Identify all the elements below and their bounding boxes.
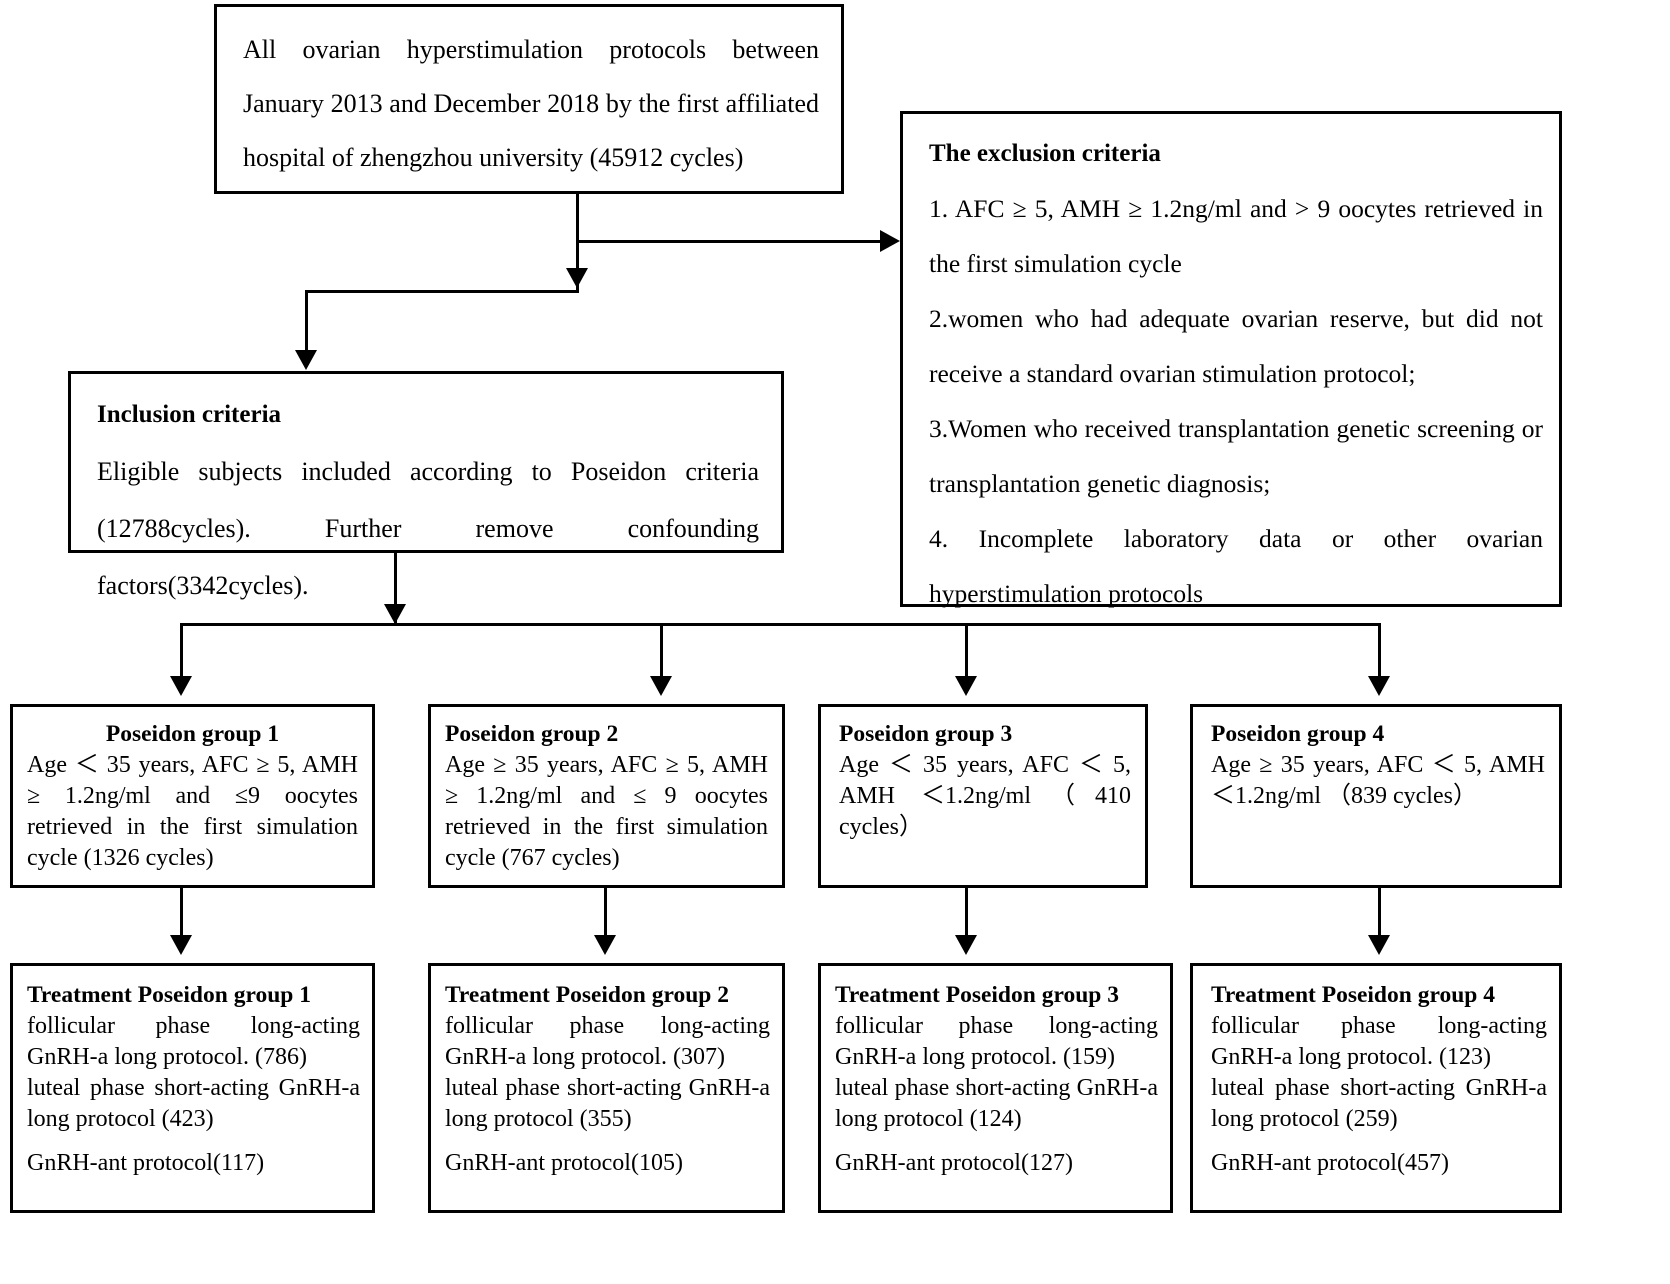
connector-to-inclusion-horizontal xyxy=(305,290,579,293)
treatment-group-4-line-3: GnRH-ant protocol(457) xyxy=(1211,1150,1449,1176)
exclusion-criteria-box: The exclusion criteria 1. AFC ≥ 5, AMH ≥… xyxy=(900,111,1562,608)
connector-to-inclusion-vertical xyxy=(305,290,308,354)
treatment-group-1-spacer xyxy=(27,1135,360,1148)
poseidon-group-2-title: Poseidon group 2 xyxy=(445,721,619,747)
treatment-group-1-line-2: luteal phase short-acting GnRH-a long pr… xyxy=(27,1075,360,1132)
arrowhead-to-inclusion xyxy=(295,350,317,370)
treatment-group-4-title: Treatment Poseidon group 4 xyxy=(1211,982,1495,1008)
arrowhead-to-exclusion xyxy=(880,230,900,252)
arrowhead-group-3 xyxy=(955,676,977,696)
arrowhead-treat-3 xyxy=(955,935,977,955)
treatment-group-4-line-2: luteal phase short-acting GnRH-a long pr… xyxy=(1211,1075,1547,1132)
flowchart-canvas: All ovarian hyperstimulation protocols b… xyxy=(0,0,1670,1284)
poseidon-group-4-title: Poseidon group 4 xyxy=(1211,721,1385,747)
treatment-group-1-box: Treatment Poseidon group 1 follicular ph… xyxy=(10,963,375,1213)
treatment-group-4-box: Treatment Poseidon group 4 follicular ph… xyxy=(1190,963,1562,1213)
treatment-group-1-title: Treatment Poseidon group 1 xyxy=(27,982,311,1008)
connector-to-exclusion-horizontal xyxy=(576,240,886,243)
exclusion-criteria-title: The exclusion criteria xyxy=(929,140,1161,167)
treatment-group-2-line-1: follicular phase long-acting GnRH-a long… xyxy=(445,1013,770,1070)
exclusion-criteria-item-1: 1. AFC ≥ 5, AMH ≥ 1.2ng/ml and > 9 oocyt… xyxy=(929,194,1543,278)
inclusion-criteria-text: Eligible subjects included according to … xyxy=(97,457,759,600)
arrowhead-inclusion-down xyxy=(384,604,406,624)
poseidon-group-1-title: Poseidon group 1 xyxy=(105,721,280,747)
inclusion-criteria-title: Inclusion criteria xyxy=(97,401,282,428)
treatment-group-3-line-2: luteal phase short-acting GnRH-a long pr… xyxy=(835,1075,1158,1132)
treatment-group-1-line-3: GnRH-ant protocol(117) xyxy=(27,1150,265,1176)
treatment-group-2-box: Treatment Poseidon group 2 follicular ph… xyxy=(428,963,785,1213)
arrowhead-group-1 xyxy=(170,676,192,696)
poseidon-group-2-box: Poseidon group 2 Age ≥ 35 years, AFC ≥ 5… xyxy=(428,704,785,888)
treatment-group-3-title: Treatment Poseidon group 3 xyxy=(835,982,1119,1008)
arrowhead-group-2 xyxy=(650,676,672,696)
arrowhead-group-4 xyxy=(1368,676,1390,696)
arrowhead-treat-1 xyxy=(170,935,192,955)
distribution-bar xyxy=(180,623,1380,626)
source-population-text: All ovarian hyperstimulation protocols b… xyxy=(243,35,819,172)
poseidon-group-3-box: Poseidon group 3 Age ＜ 35 years, AFC ＜ 5… xyxy=(818,704,1148,888)
treatment-group-2-title: Treatment Poseidon group 2 xyxy=(445,982,729,1008)
exclusion-criteria-item-4: 4. Incomplete laboratory data or other o… xyxy=(929,524,1543,608)
treatment-group-4-line-1: follicular phase long-acting GnRH-a long… xyxy=(1211,1013,1547,1070)
inclusion-criteria-box: Inclusion criteria Eligible subjects inc… xyxy=(68,371,784,600)
treatment-group-3-line-1: follicular phase long-acting GnRH-a long… xyxy=(835,1013,1158,1070)
treatment-group-3-box: Treatment Poseidon group 3 follicular ph… xyxy=(818,963,1173,1213)
poseidon-group-4-box: Poseidon group 4 Age ≥ 35 years, AFC ＜ 5… xyxy=(1190,704,1562,888)
arrowhead-source-down xyxy=(566,268,588,288)
exclusion-criteria-item-2: 2.women who had adequate ovarian reserve… xyxy=(929,304,1543,388)
treatment-group-2-line-2: luteal phase short-acting GnRH-a long pr… xyxy=(445,1075,770,1132)
treatment-group-3-line-3: GnRH-ant protocol(127) xyxy=(835,1150,1073,1176)
exclusion-criteria-item-3: 3.Women who received transplantation gen… xyxy=(929,414,1543,498)
poseidon-group-1-text: Age ＜ 35 years, AFC ≥ 5, AMH ≥ 1.2ng/ml … xyxy=(27,752,358,871)
poseidon-group-2-text: Age ≥ 35 years, AFC ≥ 5, AMH ≥ 1.2ng/ml … xyxy=(445,752,768,871)
poseidon-group-3-text: Age ＜ 35 years, AFC ＜ 5, AMH ＜1.2ng/ml（4… xyxy=(839,752,1131,840)
source-population-box: All ovarian hyperstimulation protocols b… xyxy=(214,4,844,194)
arrowhead-treat-4 xyxy=(1368,935,1390,955)
treatment-group-2-line-3: GnRH-ant protocol(105) xyxy=(445,1150,683,1176)
treatment-group-3-spacer xyxy=(835,1135,1158,1148)
treatment-group-1-line-1: follicular phase long-acting GnRH-a long… xyxy=(27,1013,360,1070)
treatment-group-4-spacer xyxy=(1211,1135,1547,1148)
poseidon-group-3-title: Poseidon group 3 xyxy=(839,721,1013,747)
treatment-group-2-spacer xyxy=(445,1135,770,1148)
poseidon-group-1-box: Poseidon group 1 Age ＜ 35 years, AFC ≥ 5… xyxy=(10,704,375,888)
poseidon-group-4-text: Age ≥ 35 years, AFC ＜ 5, AMH ＜1.2ng/ml （… xyxy=(1211,752,1545,809)
arrowhead-treat-2 xyxy=(594,935,616,955)
